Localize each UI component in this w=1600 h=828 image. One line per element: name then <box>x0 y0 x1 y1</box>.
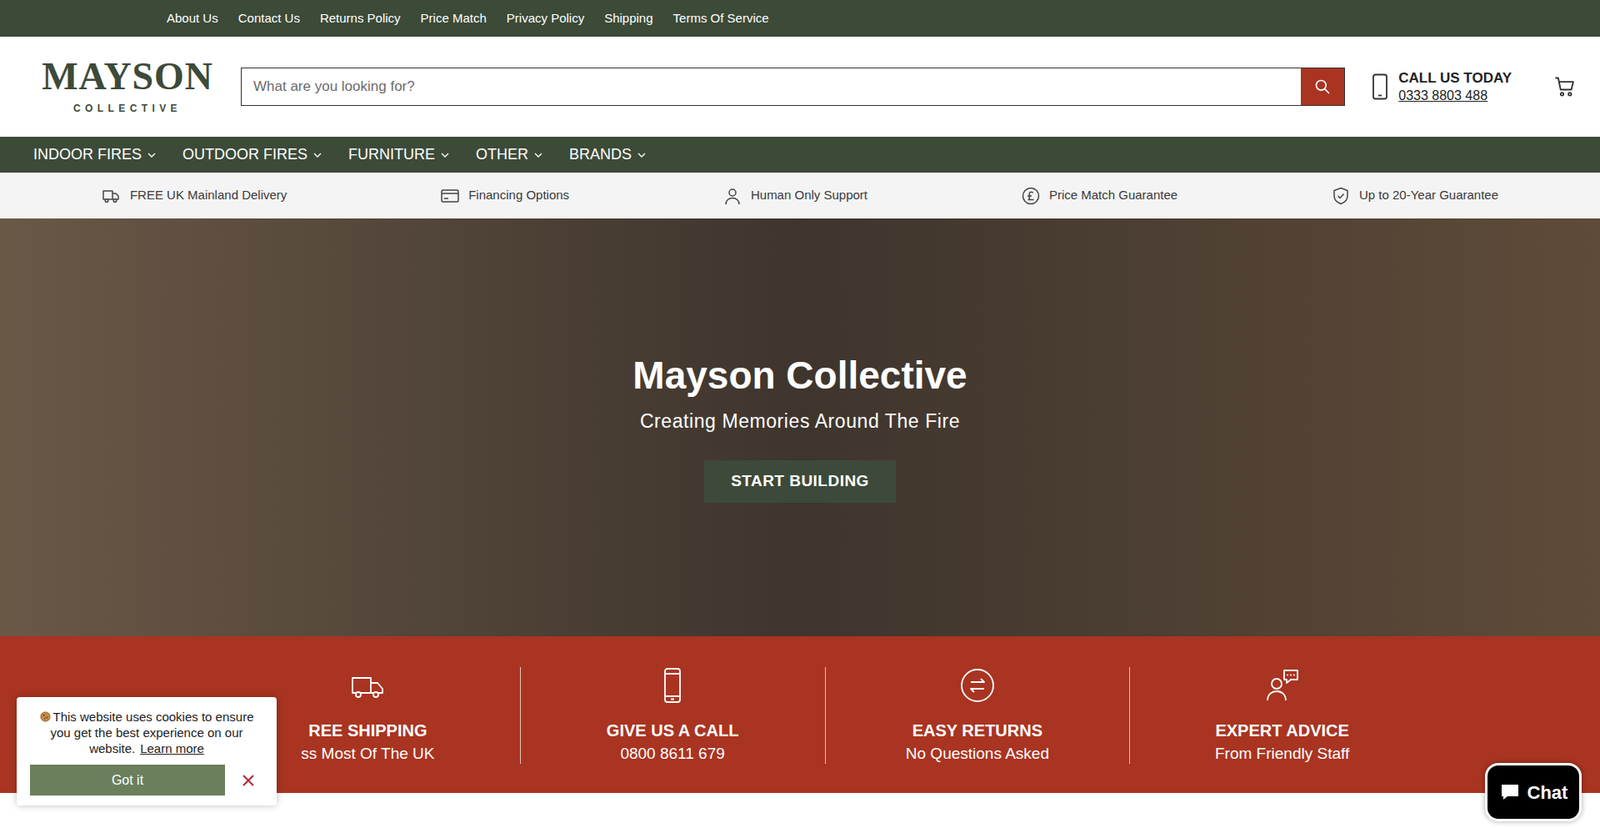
call-label: CALL US TODAY <box>1398 69 1512 87</box>
logo-name: MAYSON <box>41 57 214 96</box>
logo[interactable]: MAYSON COLLECTIVE <box>40 57 215 116</box>
person-icon <box>722 185 743 206</box>
call-text: CALL US TODAY0333 8803 488 <box>1398 69 1512 104</box>
feature-subtitle: No Questions Asked <box>905 743 1050 764</box>
top-link[interactable]: Price Match <box>420 9 487 29</box>
pound-icon <box>1020 185 1041 206</box>
main-nav: INDOOR FIRES OUTDOOR FIRES FURNITURE OTHER B… <box>0 136 1600 173</box>
usp-label: Price Match Guarantee <box>1049 185 1178 205</box>
chevron-down-icon <box>313 152 322 158</box>
top-link[interactable]: Contact Us <box>238 9 300 29</box>
hero-subtitle: Creating Memories Around The Fire <box>640 406 960 436</box>
top-link[interactable]: Shipping <box>604 9 653 29</box>
usp-item: Price Match Guarantee <box>1020 185 1178 206</box>
chevron-down-icon <box>147 152 156 158</box>
feature-subtitle: ss Most Of The UK <box>300 743 435 764</box>
usp-item: Up to 20-Year Guarantee <box>1330 185 1499 206</box>
nav-label: OUTDOOR FIRES <box>182 143 308 166</box>
advice-icon <box>1264 666 1301 704</box>
chat-icon <box>1499 781 1521 802</box>
feature-item: GIVE US A CALL0800 8611 679 <box>520 666 825 764</box>
cookie-banner: This website uses cookies to ensure you … <box>16 696 277 805</box>
top-link[interactable]: About Us <box>166 9 219 29</box>
cart-icon[interactable] <box>1553 75 1577 99</box>
start-building-button[interactable]: START BUILDING <box>704 460 896 503</box>
nav-label: OTHER <box>475 143 529 166</box>
nav-label: FURNITURE <box>348 143 435 166</box>
phone-icon <box>1371 73 1389 100</box>
search-icon <box>1314 78 1331 95</box>
truck-icon <box>349 666 386 704</box>
feature-title: REE SHIPPING <box>308 720 427 741</box>
usp-label: Up to 20-Year Guarantee <box>1359 185 1499 205</box>
search-bar <box>240 67 1345 106</box>
feature-title: EASY RETURNS <box>912 720 1043 741</box>
close-icon[interactable] <box>241 773 255 787</box>
usp-item: Financing Options <box>440 185 570 206</box>
hero-title: Mayson Collective <box>632 351 967 400</box>
call-phone[interactable]: 0333 8803 488 <box>1398 87 1512 105</box>
usp-item: FREE UK Mainland Delivery <box>101 185 287 206</box>
feature-subtitle: 0800 8611 679 <box>620 743 725 764</box>
top-link[interactable]: Terms Of Service <box>673 9 770 29</box>
chevron-down-icon <box>637 152 646 158</box>
usp-bar: FREE UK Mainland Delivery Financing Optio… <box>0 172 1600 219</box>
header: MAYSON COLLECTIVE CALL US TODAY0333 8803 4… <box>0 36 1600 137</box>
nav-item[interactable]: FURNITURE <box>348 143 450 166</box>
top-link[interactable]: Returns Policy <box>320 9 401 29</box>
nav-item[interactable]: OUTDOOR FIRES <box>182 143 322 166</box>
nav-item[interactable]: BRANDS <box>569 143 646 166</box>
usp-label: Financing Options <box>468 185 570 205</box>
usp-label: FREE UK Mainland Delivery <box>130 185 287 205</box>
feature-title: GIVE US A CALL <box>606 720 740 741</box>
chat-label: Chat <box>1527 778 1569 806</box>
feature-row: REE SHIPPINGss Most Of The UK GIVE US A C… <box>165 666 1435 793</box>
nav-item[interactable]: OTHER <box>475 143 543 166</box>
phone-icon <box>654 666 691 704</box>
nav-label: BRANDS <box>569 143 632 166</box>
returns-icon <box>959 666 996 704</box>
usp-label: Human Only Support <box>750 185 868 205</box>
chat-button[interactable]: Chat <box>1485 762 1582 821</box>
feature-item: EXPERT ADVICEFrom Friendly Staff <box>1129 666 1435 764</box>
truck-icon <box>101 185 122 206</box>
nav-label: INDOOR FIRES <box>33 143 142 166</box>
top-bar: About Us Contact Us Returns Policy Price Ma… <box>0 0 1600 37</box>
card-icon <box>440 185 460 206</box>
accept-button[interactable]: Got it <box>30 764 225 795</box>
top-link[interactable]: Privacy Policy <box>506 9 585 29</box>
nav-item[interactable]: INDOOR FIRES <box>33 143 156 166</box>
feature-subtitle: From Friendly Staff <box>1215 743 1350 764</box>
learn-more-link[interactable]: Learn more <box>140 740 205 755</box>
cookie-text: This website uses cookies to ensure you … <box>30 708 264 756</box>
usp-item: Human Only Support <box>722 185 868 206</box>
search-input[interactable] <box>241 68 1301 105</box>
search-button[interactable] <box>1300 68 1345 105</box>
call-box: CALL US TODAY0333 8803 488 <box>1371 69 1512 104</box>
cookie-icon <box>40 710 51 722</box>
shield-icon <box>1330 185 1351 206</box>
hero-banner: Mayson Collective Creating Memories Aroun… <box>0 218 1600 636</box>
feature-title: EXPERT ADVICE <box>1215 720 1349 741</box>
feature-item: EASY RETURNSNo Questions Asked <box>825 666 1130 764</box>
logo-tagline: COLLECTIVE <box>73 100 182 116</box>
chevron-down-icon <box>440 152 450 158</box>
cookie-actions: Got it <box>30 764 264 795</box>
chevron-down-icon <box>534 152 543 158</box>
